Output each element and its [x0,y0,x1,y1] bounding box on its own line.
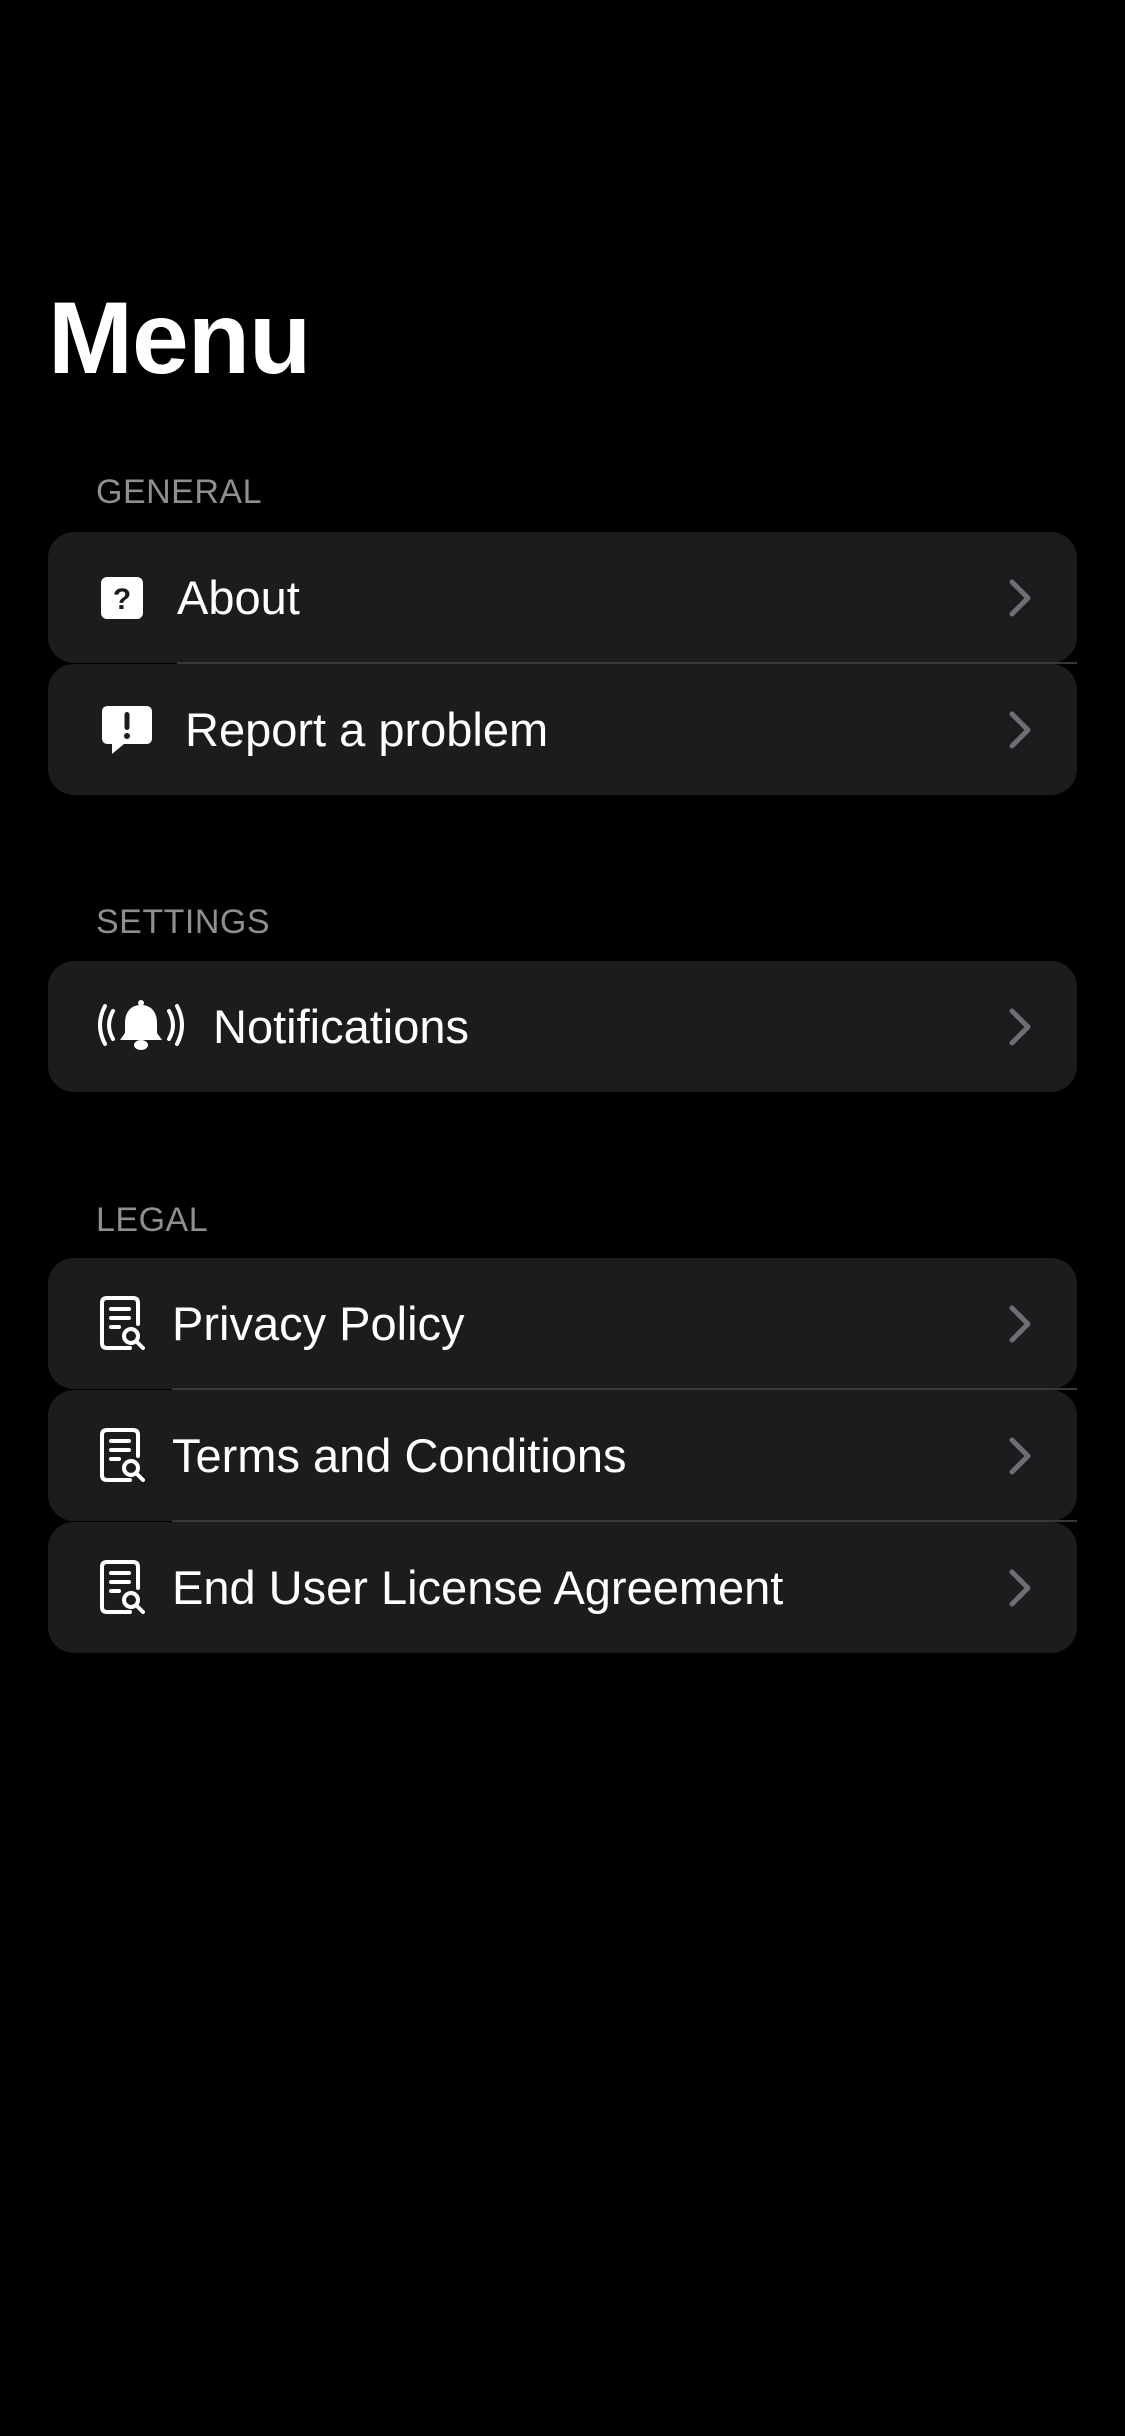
menu-item-label: About [177,570,300,624]
chevron-right-icon [1007,1304,1033,1344]
menu-item-report-problem[interactable]: Report a problem [48,664,1077,795]
menu-item-about[interactable]: ? About [48,532,1077,663]
chevron-right-icon [1007,578,1033,618]
document-search-icon [100,1559,146,1616]
chevron-right-icon [1007,1436,1033,1476]
chevron-right-icon [1007,710,1033,750]
menu-item-eula[interactable]: End User License Agreement [48,1522,1077,1653]
menu-item-label: Notifications [213,999,469,1053]
menu-item-label: End User License Agreement [172,1560,784,1614]
menu-item-label: Terms and Conditions [172,1428,627,1482]
section-header-settings: SETTINGS [96,903,271,941]
question-square-icon: ? [100,576,144,620]
menu-item-label: Report a problem [185,702,549,756]
document-search-icon [100,1427,146,1484]
page-title: Menu [48,281,311,395]
exclamation-bubble-icon [100,704,154,756]
section-header-general: GENERAL [96,473,262,511]
menu-item-privacy-policy[interactable]: Privacy Policy [48,1258,1077,1389]
section-header-legal: LEGAL [96,1201,209,1239]
document-search-icon [100,1295,146,1352]
menu-item-label: Privacy Policy [172,1296,465,1350]
menu-item-notifications[interactable]: Notifications [48,961,1077,1092]
svg-text:?: ? [113,583,131,616]
chevron-right-icon [1007,1007,1033,1047]
menu-item-terms-and-conditions[interactable]: Terms and Conditions [48,1390,1077,1521]
chevron-right-icon [1007,1568,1033,1608]
bell-ringing-icon [98,999,184,1055]
